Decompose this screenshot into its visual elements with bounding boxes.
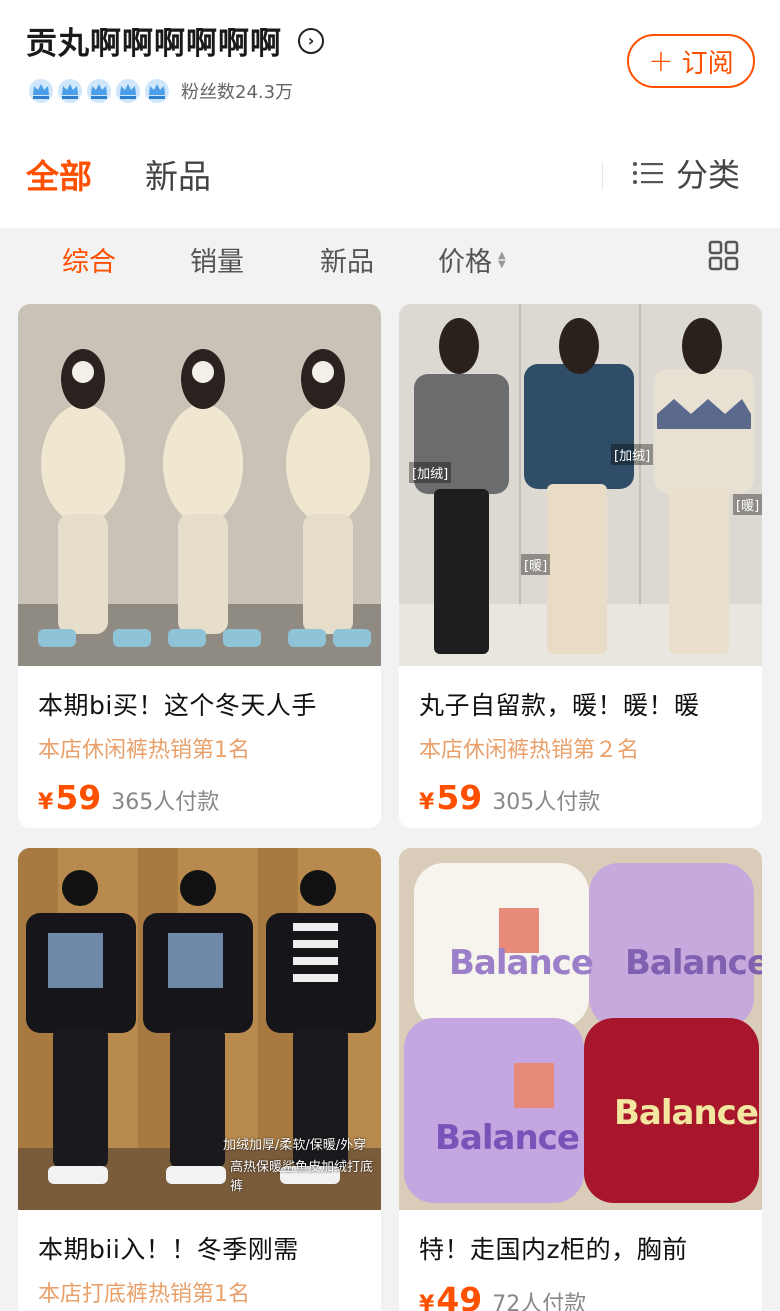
print-text: Balance: [625, 943, 762, 983]
image-caption: 加绒加厚/柔软/保暖/外穿: [223, 1138, 367, 1153]
product-title: 本期bi买！这个冬天人手: [38, 691, 317, 720]
chevron-right-icon[interactable]: ›: [298, 27, 324, 54]
product-price: 59: [55, 778, 102, 817]
price-row: ¥ 49 72人付款: [419, 1280, 742, 1311]
subscribe-label: 订阅: [681, 48, 734, 79]
product-price: 49: [436, 1280, 483, 1311]
product-title: 特！走国内z柜的，胸前: [419, 1235, 688, 1264]
sort-overall[interactable]: 综合: [62, 240, 116, 279]
image-tag: [暖]: [521, 554, 551, 575]
crown-icon: [87, 79, 111, 103]
currency-symbol: ¥: [419, 1292, 435, 1311]
product-rank-badge: 本店休闲裤热销第２名: [419, 738, 640, 763]
print-text: Balance: [449, 943, 594, 983]
shop-title-row[interactable]: 贡丸啊啊啊啊啊啊 ›: [26, 18, 324, 63]
currency-symbol: ¥: [38, 790, 54, 815]
buyer-count: 305人付款: [492, 790, 601, 815]
sort-new[interactable]: 新品: [320, 240, 374, 279]
tab-all[interactable]: 全部: [26, 150, 92, 198]
print-text: Balance: [435, 1118, 580, 1158]
sort-price-label: 价格: [438, 247, 492, 278]
list-icon: [633, 162, 663, 184]
sort-sales[interactable]: 销量: [190, 240, 244, 279]
fan-count: 粉丝数24.3万: [181, 82, 294, 103]
product-image[interactable]: [18, 304, 381, 666]
shop-tabs: 全部 新品 分类: [0, 150, 780, 206]
grid-view-icon[interactable]: [708, 240, 739, 271]
plus-icon: +: [648, 43, 674, 79]
product-card[interactable]: Balance Balance Balance Balance 特！走国内z柜的…: [399, 848, 762, 1311]
currency-symbol: ¥: [419, 790, 435, 815]
crown-icon: [116, 79, 140, 103]
image-tag: [暖]: [733, 494, 762, 515]
product-card[interactable]: [加绒] [加绒] [暖] [暖] 丸子自留款，暖！暖！暖 本店休闲裤热销第２名…: [399, 304, 762, 828]
subscribe-button[interactable]: + 订阅: [627, 34, 755, 88]
price-row: ¥ 59 305人付款: [419, 778, 742, 817]
crown-icon: [29, 79, 53, 103]
sort-bar: 综合 销量 新品 价格 ▲ ▼: [0, 228, 780, 290]
shop-header: 贡丸啊啊啊啊啊啊 › 粉丝数24.3万 + 订阅 全部 新品 分类: [0, 0, 780, 228]
tab-category[interactable]: 分类: [632, 150, 740, 196]
product-image[interactable]: 加绒加厚/柔软/保暖/外穿 高热保暖鲨鱼皮加绒打底裤: [18, 848, 381, 1210]
product-image[interactable]: Balance Balance Balance Balance: [399, 848, 762, 1210]
product-photo: [399, 304, 762, 666]
print-text: Balance: [614, 1093, 759, 1133]
product-price: 59: [436, 778, 483, 817]
shop-name[interactable]: 贡丸啊啊啊啊啊啊: [26, 18, 282, 63]
product-rank-badge: 本店休闲裤热销第1名: [38, 738, 250, 763]
product-rank-badge: 本店打底裤热销第1名: [38, 1282, 250, 1307]
buyer-count: 72人付款: [492, 1292, 587, 1311]
tab-divider: [602, 162, 603, 190]
tab-category-label: 分类: [676, 156, 741, 194]
product-card[interactable]: 本期bi买！这个冬天人手 本店休闲裤热销第1名 ¥ 59 365人付款: [18, 304, 381, 828]
product-card[interactable]: 加绒加厚/柔软/保暖/外穿 高热保暖鲨鱼皮加绒打底裤 本期bii入！！冬季刚需 …: [18, 848, 381, 1311]
product-photo: [18, 304, 381, 666]
product-image[interactable]: [加绒] [加绒] [暖] [暖]: [399, 304, 762, 666]
tab-new[interactable]: 新品: [145, 150, 211, 198]
crown-icon: [145, 79, 169, 103]
image-caption: 高热保暖鲨鱼皮加绒打底裤: [230, 1160, 374, 1194]
image-tag: [加绒]: [611, 444, 654, 465]
shop-rating: 粉丝数24.3万: [28, 78, 293, 104]
product-title: 本期bii入！！冬季刚需: [38, 1235, 299, 1264]
image-tag: [加绒]: [409, 462, 452, 483]
sort-arrows-icon: ▲ ▼: [498, 249, 506, 270]
crown-icon: [58, 79, 82, 103]
sort-price[interactable]: 价格 ▲ ▼: [438, 240, 506, 279]
product-title: 丸子自留款，暖！暖！暖: [419, 691, 700, 720]
buyer-count: 365人付款: [111, 790, 220, 815]
price-row: ¥ 59 365人付款: [38, 778, 361, 817]
